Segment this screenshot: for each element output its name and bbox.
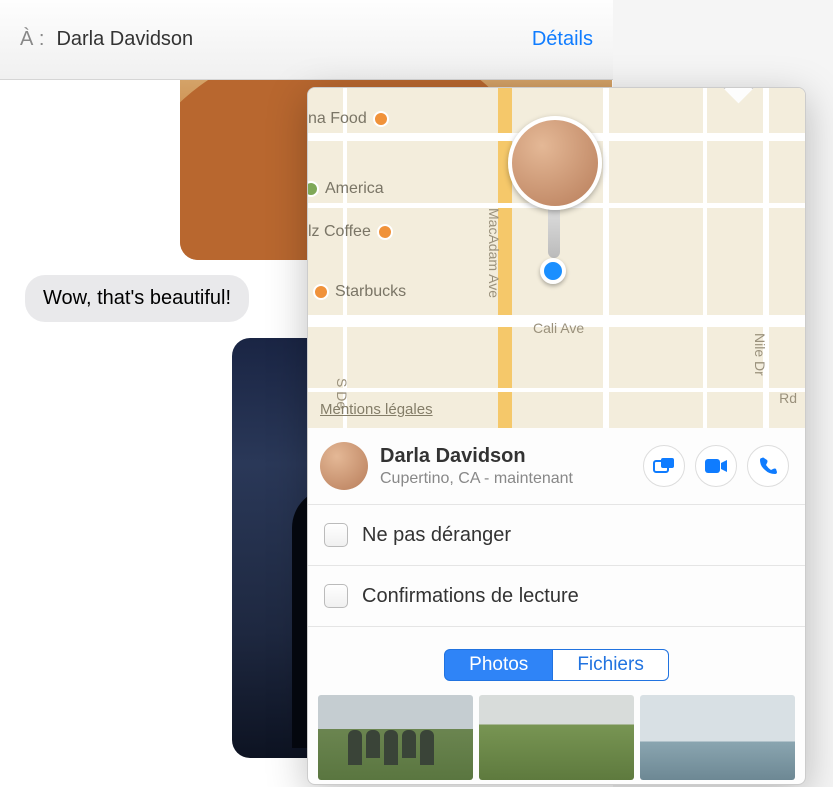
- location-map[interactable]: Cali Ave MacAdam Ave Nile Dr Rd S De na …: [308, 88, 805, 428]
- restaurant-icon: [373, 111, 389, 127]
- received-message[interactable]: Wow, that's beautiful!: [25, 275, 249, 322]
- read-receipts-label: Confirmations de lecture: [362, 585, 579, 608]
- conversation-header: À : Darla Davidson Détails: [0, 0, 613, 80]
- read-receipts-checkbox[interactable]: [324, 584, 348, 608]
- dnd-checkbox[interactable]: [324, 523, 348, 547]
- files-segment[interactable]: Fichiers: [553, 649, 669, 681]
- road-label: MacAdam Ave: [486, 208, 502, 298]
- road-label: Cali Ave: [533, 320, 584, 336]
- contact-avatar[interactable]: [320, 442, 368, 490]
- details-popover: Cali Ave MacAdam Ave Nile Dr Rd S De na …: [307, 87, 806, 785]
- contact-name: Darla Davidson: [380, 445, 643, 468]
- dnd-label: Ne pas déranger: [362, 524, 511, 547]
- photos-segment[interactable]: Photos: [444, 649, 553, 681]
- contact-row: Darla Davidson Cupertino, CA - maintenan…: [308, 428, 805, 505]
- photo-thumbnail[interactable]: [479, 695, 634, 780]
- photo-thumbnail[interactable]: [318, 695, 473, 780]
- contact-location-status: Cupertino, CA - maintenant: [380, 470, 643, 488]
- video-call-button[interactable]: [695, 445, 737, 487]
- map-poi-coffee[interactable]: lz Coffee: [308, 223, 393, 241]
- details-button[interactable]: Détails: [532, 28, 593, 51]
- road-label: Nile Dr: [752, 333, 768, 376]
- bank-icon: [308, 181, 319, 197]
- road-label: Rd: [779, 390, 797, 406]
- coffee-icon: [313, 284, 329, 300]
- pin-stem: [548, 208, 560, 258]
- header-contact-name[interactable]: Darla Davidson: [56, 28, 193, 51]
- contact-avatar-pin[interactable]: [508, 116, 602, 210]
- to-label: À :: [20, 28, 44, 51]
- video-icon: [704, 458, 728, 474]
- photo-grid: [308, 695, 805, 780]
- location-dot-icon: [540, 258, 566, 284]
- map-poi-starbucks[interactable]: Starbucks: [313, 283, 406, 301]
- read-receipts-option[interactable]: Confirmations de lecture: [308, 566, 805, 627]
- contact-info: Darla Davidson Cupertino, CA - maintenan…: [380, 445, 643, 488]
- audio-call-button[interactable]: [747, 445, 789, 487]
- contact-actions: [643, 445, 789, 487]
- map-poi-bank[interactable]: America: [308, 180, 384, 198]
- map-poi-restaurant[interactable]: na Food: [308, 110, 389, 128]
- phone-icon: [758, 456, 778, 476]
- map-legal-link[interactable]: Mentions légales: [320, 401, 433, 418]
- screen-share-icon: [653, 457, 675, 475]
- header-left: À : Darla Davidson: [20, 28, 193, 51]
- attachments-segmented-control: Photos Fichiers: [308, 627, 805, 695]
- coffee-icon: [377, 224, 393, 240]
- dnd-option[interactable]: Ne pas déranger: [308, 505, 805, 566]
- screen-share-button[interactable]: [643, 445, 685, 487]
- photo-thumbnail[interactable]: [640, 695, 795, 780]
